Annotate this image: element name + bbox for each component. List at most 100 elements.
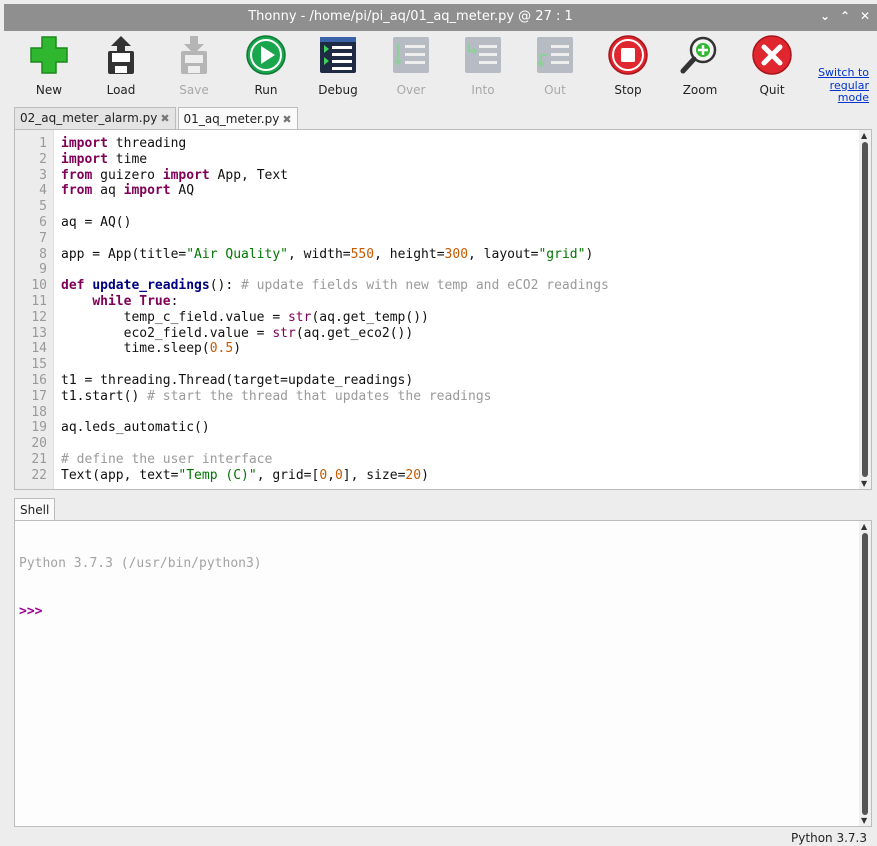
code-line[interactable]: 2 import time	[15, 152, 871, 168]
line-number: 9	[39, 262, 47, 278]
new-button[interactable]: New	[19, 33, 79, 97]
new-button-label: New	[35, 83, 63, 97]
code-line[interactable]: 12 temp_c_field.value = str(aq.get_temp(…	[15, 310, 871, 326]
code-line[interactable]: 4 from aq import AQ	[15, 183, 871, 199]
code-line[interactable]: 10 def update_readings(): # update fields…	[15, 278, 871, 294]
code-lines: 1 import threading 2 import time 3 from guize…	[15, 136, 871, 484]
code-line[interactable]: 8 app = App(title="Air Quality", width=55…	[15, 247, 871, 263]
shell-version-line: Python 3.7.3 (/usr/bin/python3)	[19, 556, 262, 571]
scroll-up-icon[interactable]: ▲	[861, 522, 867, 531]
run-icon	[246, 35, 286, 75]
code-line[interactable]: 3 from guizero import App, Text	[15, 168, 871, 184]
code-line[interactable]: 6 aq = AQ()	[15, 215, 871, 231]
close-tab-icon[interactable]: ✖	[282, 109, 291, 130]
code-text: while True:	[92, 293, 179, 309]
code-text: aq.leds_automatic()	[61, 420, 210, 436]
code-text: time.sleep(0.5)	[61, 341, 242, 357]
step-over-button[interactable]: Over	[381, 33, 441, 97]
load-button[interactable]: Load	[91, 33, 151, 97]
code-line[interactable]: 17 t1.start() # start the thread that upd…	[15, 389, 871, 405]
code-line[interactable]: 18	[15, 405, 871, 421]
code-text: t1.start() # start the thread that updat…	[61, 388, 492, 404]
line-number: 12	[31, 309, 47, 325]
line-number: 18	[31, 404, 47, 420]
step-over-icon	[393, 37, 429, 73]
code-line[interactable]: 7	[15, 231, 871, 247]
quit-button[interactable]: Quit	[742, 33, 802, 97]
zoom-icon	[680, 36, 717, 74]
step-out-button-label: Out	[544, 83, 566, 97]
save-icon	[181, 36, 207, 74]
step-out-icon	[537, 37, 573, 73]
run-button[interactable]: Run	[236, 33, 296, 97]
line-number: 2	[39, 151, 47, 167]
line-number: 7	[39, 230, 47, 246]
line-number: 8	[39, 246, 47, 262]
minimize-button[interactable]: ⌄	[819, 9, 831, 23]
code-editor[interactable]: 1 import threading 2 import time 3 from guize…	[14, 129, 872, 490]
close-window-button[interactable]: ✕	[859, 9, 871, 23]
debug-button[interactable]: Debug	[308, 33, 368, 97]
debug-icon	[320, 37, 356, 73]
code-text: t1 = threading.Thread(target=update_read…	[61, 372, 414, 388]
code-text: # define the user interface	[61, 451, 273, 467]
quit-icon	[752, 35, 792, 75]
code-line[interactable]: 1 import threading	[15, 136, 871, 152]
save-button-label: Save	[179, 83, 209, 97]
code-text: temp_c_field.value = str(aq.get_temp())	[61, 309, 429, 325]
editor-scrollbar[interactable]: ▲ ▼	[859, 130, 871, 489]
code-text: def update_readings(): # update fields w…	[61, 278, 609, 294]
title-bar: Thonny - /home/pi/pi_aq/01_aq_meter.py @…	[4, 4, 877, 31]
scroll-up-icon[interactable]: ▲	[861, 131, 867, 140]
zoom-button[interactable]: Zoom	[670, 33, 730, 97]
editor-scroll-thumb[interactable]	[862, 142, 868, 477]
switch-to-regular-mode-link[interactable]: Switch to regular mode	[799, 66, 869, 105]
code-line[interactable]: 9	[15, 262, 871, 278]
scroll-down-icon[interactable]: ▼	[861, 479, 867, 488]
code-line[interactable]: 5	[15, 199, 871, 215]
shell-panel[interactable]: Python 3.7.3 (/usr/bin/python3) >>> ▲ ▼	[14, 520, 872, 827]
code-text: from guizero import App, Text	[61, 167, 289, 183]
load-button-label: Load	[106, 83, 136, 97]
close-tab-icon[interactable]: ✖	[160, 108, 169, 129]
maximize-button[interactable]: ⌃	[839, 9, 851, 23]
step-into-button-label: Into	[471, 83, 495, 97]
window-title: Thonny - /home/pi/pi_aq/01_aq_meter.py @…	[248, 9, 573, 24]
new-file-icon	[30, 36, 68, 74]
line-number: 17	[31, 388, 47, 404]
code-line[interactable]: 22 Text(app, text="Temp (C)", grid=[0,0],…	[15, 468, 871, 484]
tab-02-aq-meter-alarm[interactable]: 02_aq_meter_alarm.py ✖	[14, 107, 176, 129]
line-number: 6	[39, 214, 47, 230]
code-line[interactable]: 13 eco2_field.value = str(aq.get_eco2())	[15, 326, 871, 342]
code-line[interactable]: 15	[15, 357, 871, 373]
code-line[interactable]: 11 while True:	[15, 294, 871, 310]
tab-label: Shell	[20, 502, 50, 517]
shell-prompt[interactable]: >>>	[19, 604, 867, 620]
code-line[interactable]: 21 # define the user interface	[15, 452, 871, 468]
switch-link-line: Switch to	[818, 66, 869, 79]
shell-scrollbar[interactable]: ▲ ▼	[859, 521, 871, 826]
code-text: from aq import AQ	[61, 183, 195, 199]
line-number: 20	[31, 436, 47, 452]
step-into-button[interactable]: Into	[453, 33, 513, 97]
line-number: 16	[31, 372, 47, 388]
code-line[interactable]: 16 t1 = threading.Thread(target=update_re…	[15, 373, 871, 389]
editor-tab-bar: 02_aq_meter_alarm.py ✖ 01_aq_meter.py ✖	[14, 107, 300, 130]
code-line[interactable]: 19 aq.leds_automatic()	[15, 420, 871, 436]
quit-button-label: Quit	[759, 83, 785, 97]
tab-01-aq-meter[interactable]: 01_aq_meter.py ✖	[177, 107, 298, 130]
step-out-button[interactable]: Out	[525, 33, 585, 97]
code-line[interactable]: 20	[15, 436, 871, 452]
code-line[interactable]: 14 time.sleep(0.5)	[15, 341, 871, 357]
interpreter-status[interactable]: Python 3.7.3	[791, 831, 867, 845]
shell-scroll-thumb[interactable]	[862, 533, 868, 815]
save-button[interactable]: Save	[164, 33, 224, 97]
stop-button[interactable]: Stop	[598, 33, 658, 97]
tab-shell[interactable]: Shell	[14, 498, 56, 521]
line-number: 15	[31, 357, 47, 373]
code-text: Text(app, text="Temp (C)", grid=[0,0], s…	[61, 467, 429, 483]
scroll-down-icon[interactable]: ▼	[861, 816, 867, 825]
line-number: 13	[31, 325, 47, 341]
status-bar: Python 3.7.3	[0, 828, 877, 846]
run-button-label: Run	[254, 83, 278, 97]
